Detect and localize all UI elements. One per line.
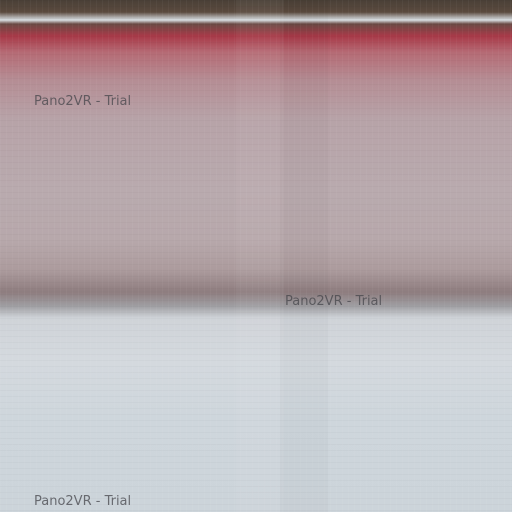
trial-watermark: Pano2VR - Trial	[34, 94, 132, 109]
panorama-image-band	[236, 0, 284, 512]
trial-watermark: Pano2VR - Trial	[34, 494, 132, 509]
panorama-viewport[interactable]: Pano2VR - Trial Pano2VR - Trial Pano2VR …	[0, 0, 512, 512]
panorama-image-band	[280, 0, 328, 512]
trial-watermark: Pano2VR - Trial	[285, 294, 383, 309]
